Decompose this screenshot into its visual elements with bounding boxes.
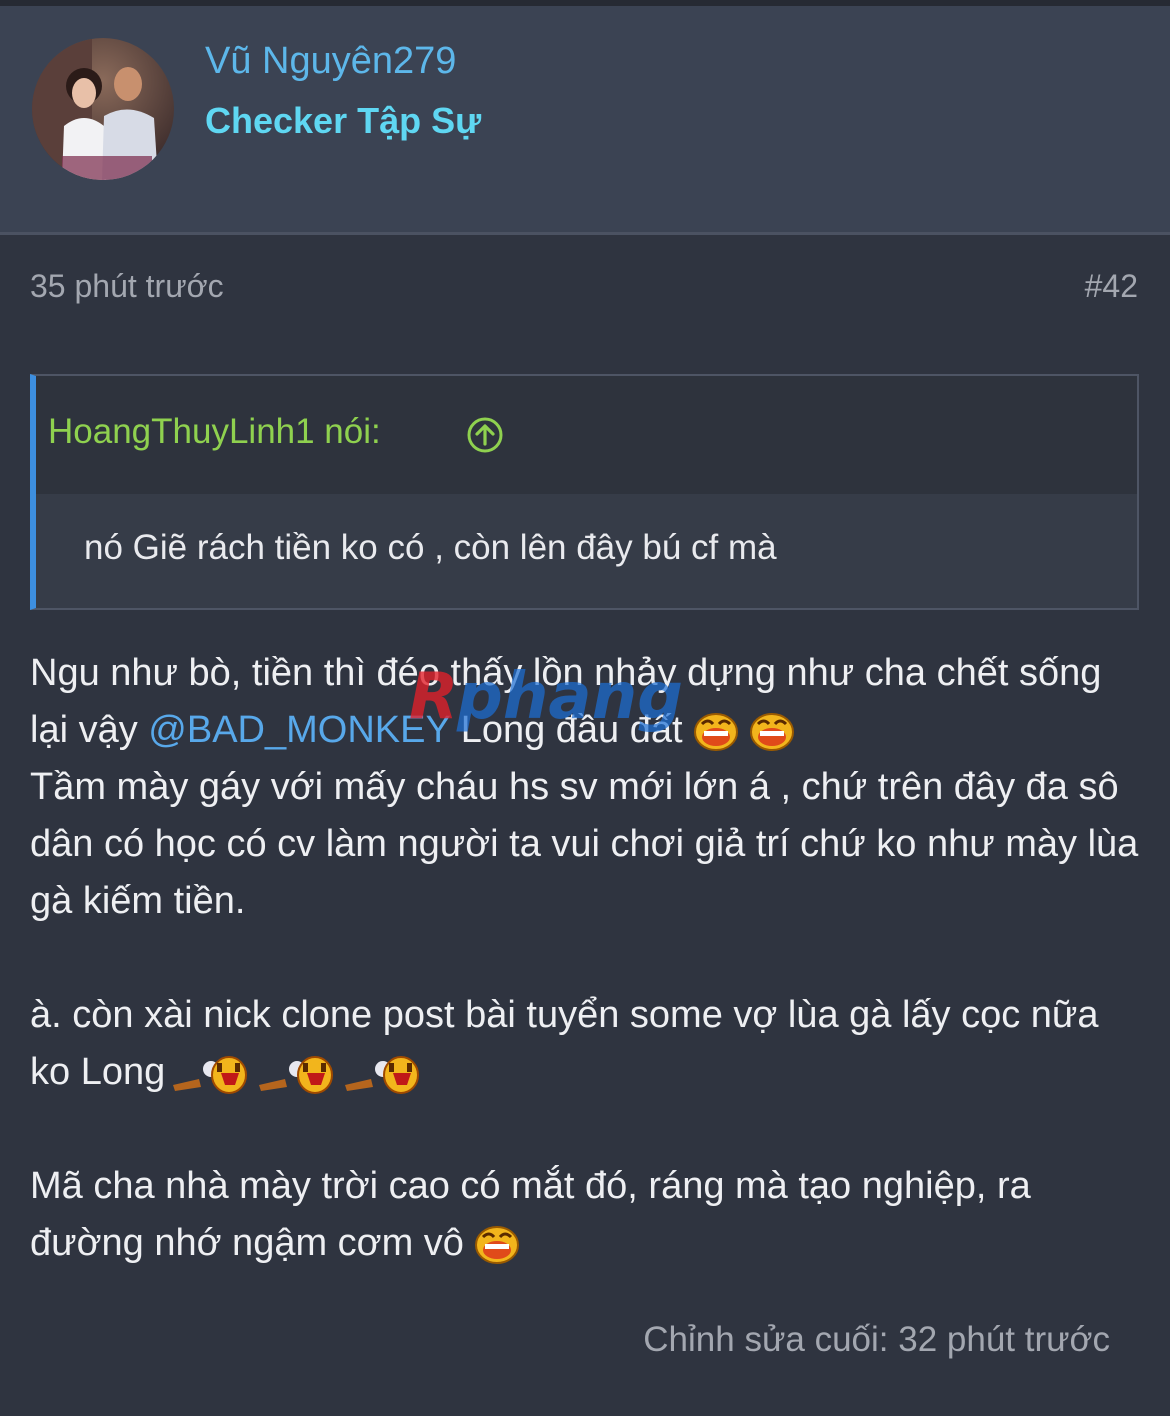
gun-emoji-icon [345, 1055, 420, 1094]
user-title: Checker Tập Sự [205, 100, 482, 141]
username[interactable]: Vũ Nguyên279 [205, 40, 456, 83]
quote-author[interactable]: HoangThuyLinh1 nói: [48, 412, 381, 452]
last-edited-info: Chỉnh sửa cuối: 32 phút trước [643, 1320, 1110, 1359]
laugh-emoji-icon [474, 1225, 519, 1264]
body-text: Long đầu đất [450, 709, 683, 751]
quote-block [30, 374, 1139, 610]
paragraph-1: Ngu như bò, tiền thì đéo thấy lồn nhảy d… [30, 645, 1140, 759]
laugh-emoji-icon [749, 712, 794, 751]
user-mention-link[interactable]: @BAD_MONKEY [148, 709, 450, 751]
quote-text: nó Giẽ rách tiền ko có , còn lên đây bú … [84, 528, 777, 567]
header-divider [0, 232, 1170, 235]
paragraph-2: Tầm mày gáy với mấy cháu hs sv mới lớn á… [30, 766, 1139, 922]
avatar[interactable] [32, 38, 174, 180]
quote-arrow-up-icon[interactable] [466, 416, 504, 454]
post-number[interactable]: #42 [1085, 268, 1138, 305]
avatar-image [32, 38, 174, 180]
post-time[interactable]: 35 phút trước [30, 268, 224, 305]
laugh-emoji-icon [693, 712, 738, 751]
paragraph-4: Mã cha nhà mày trời cao có mắt đó, ráng … [30, 1158, 1140, 1272]
gun-emoji-icon [173, 1055, 248, 1094]
post-body: Ngu như bò, tiền thì đéo thấy lồn nhảy d… [30, 645, 1140, 1272]
body-text: Mã cha nhà mày trời cao có mắt đó, ráng … [30, 1165, 1031, 1264]
gun-emoji-icon [259, 1055, 334, 1094]
post-header [0, 6, 1170, 232]
paragraph-3: à. còn xài nick clone post bài tuyển som… [30, 987, 1140, 1101]
